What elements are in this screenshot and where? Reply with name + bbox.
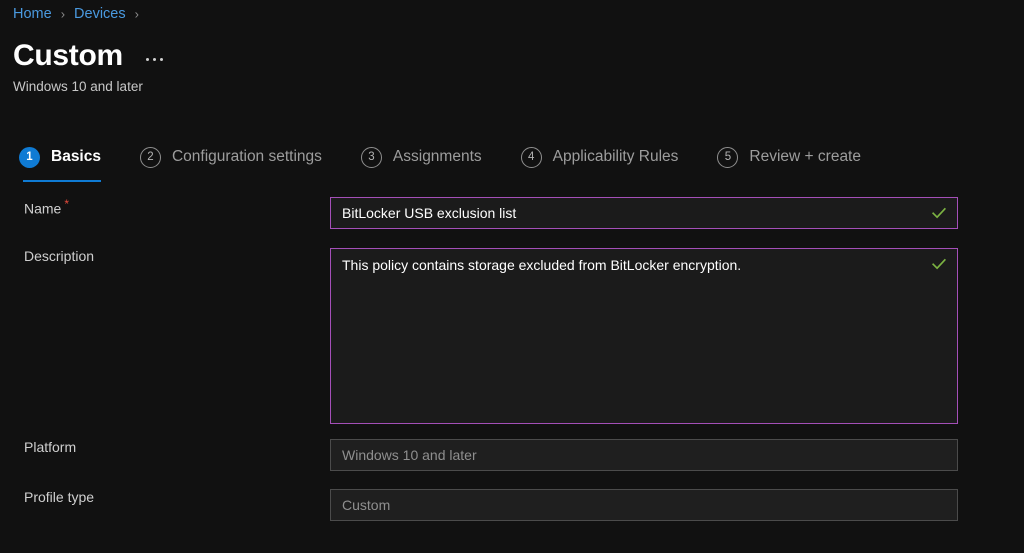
description-field-label: Description — [0, 248, 330, 264]
description-label-text: Description — [24, 248, 94, 264]
ellipsis-dot — [160, 58, 163, 61]
tab-review-create[interactable]: 5 Review + create — [717, 141, 861, 173]
name-field-label: Name* — [0, 197, 330, 217]
form-row-profile-type: Profile type — [0, 489, 1024, 521]
name-input[interactable] — [330, 197, 958, 229]
breadcrumb: Home › Devices › — [13, 3, 148, 25]
profile-type-input — [330, 489, 958, 521]
form-row-platform: Platform — [0, 439, 1024, 471]
page-title: Custom — [13, 37, 123, 75]
platform-input — [330, 439, 958, 471]
breadcrumb-item-home[interactable]: Home — [13, 6, 52, 22]
more-options-icon[interactable] — [143, 52, 166, 67]
tab-label: Applicability Rules — [553, 148, 679, 166]
form-row-description: Description — [0, 248, 1024, 429]
name-label-text: Name — [24, 201, 61, 217]
tab-applicability-rules[interactable]: 4 Applicability Rules — [521, 141, 679, 173]
tab-label: Basics — [51, 148, 101, 166]
description-field-wrap — [330, 248, 958, 429]
page-subtitle: Windows 10 and later — [13, 79, 143, 94]
tab-step-number: 3 — [361, 147, 382, 168]
form-row-name: Name* — [0, 197, 1024, 229]
tab-step-number: 5 — [717, 147, 738, 168]
profile-type-label-text: Profile type — [24, 489, 94, 505]
tab-label: Assignments — [393, 148, 482, 166]
tab-step-number: 1 — [19, 147, 40, 168]
description-textarea[interactable] — [330, 248, 958, 424]
tab-configuration-settings[interactable]: 2 Configuration settings — [140, 141, 322, 173]
chevron-right-icon: › — [61, 6, 65, 21]
wizard-tabs: 1 Basics 2 Configuration settings 3 Assi… — [19, 141, 861, 181]
azure-portal-blade: Home › Devices › Custom Windows 10 and l… — [0, 0, 1024, 553]
ellipsis-dot — [146, 58, 149, 61]
profile-type-field-wrap — [330, 489, 958, 521]
tab-basics[interactable]: 1 Basics — [19, 141, 101, 173]
profile-type-field-label: Profile type — [0, 489, 330, 505]
page-header: Custom — [13, 37, 166, 75]
tab-label: Review + create — [749, 148, 861, 166]
tab-assignments[interactable]: 3 Assignments — [361, 141, 482, 173]
breadcrumb-item-devices[interactable]: Devices — [74, 6, 126, 22]
ellipsis-dot — [153, 58, 156, 61]
required-indicator: * — [64, 197, 69, 211]
tab-step-number: 4 — [521, 147, 542, 168]
platform-label-text: Platform — [24, 439, 76, 455]
platform-field-wrap — [330, 439, 958, 471]
platform-field-label: Platform — [0, 439, 330, 455]
name-field-wrap — [330, 197, 958, 229]
tab-step-number: 2 — [140, 147, 161, 168]
chevron-right-icon: › — [135, 6, 139, 21]
tab-label: Configuration settings — [172, 148, 322, 166]
tab-active-indicator — [23, 180, 101, 183]
